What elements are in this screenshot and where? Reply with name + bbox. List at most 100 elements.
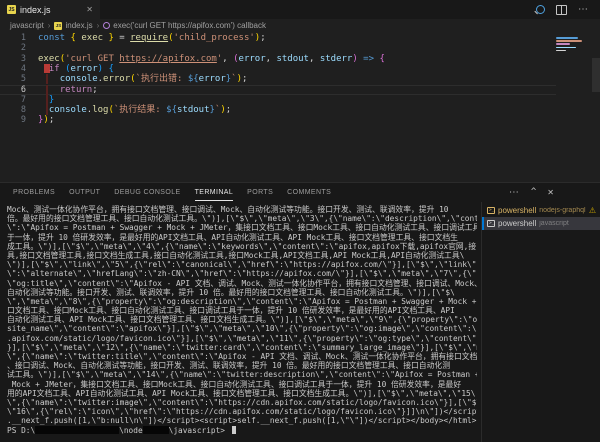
- line-number: 7: [0, 95, 26, 105]
- editor-tab-bar: JS index.js ✕ ⋯: [0, 0, 600, 19]
- terminal-line: 口文档工具、接口Mock工具、接口自动化测试工具、接口调试工具于一体，提升 10…: [7, 306, 477, 315]
- terminal-line: 自动化测试工具、API Mock工具、接口文档管理工具、接口文档生成工具。\")…: [7, 315, 477, 324]
- tab-label: index.js: [20, 5, 51, 15]
- code-text: exec('curl GET https://apifox.com', (err…: [38, 54, 385, 64]
- minimap[interactable]: [556, 37, 582, 53]
- panel-body: Mock、测试一体化协作平台，拥有接口文档管理、接口调试、Mock、自动化测试等…: [0, 202, 600, 442]
- code-line-9[interactable]: 9});: [0, 115, 600, 125]
- code-line-6[interactable]: 6 return;: [0, 85, 600, 95]
- vscode-window: JS index.js ✕ ⋯ javascript›JSindex.js›ex…: [0, 0, 600, 442]
- breadcrumb-item[interactable]: exec('curl GET https://apifox.com') call…: [103, 21, 266, 30]
- terminal-line: 、接口调试、Mock、自动化测试等功能，接口开发、测试、联调效率，提升 10 倍…: [7, 361, 477, 370]
- panel-tab-output[interactable]: OUTPUT: [69, 184, 100, 201]
- breadcrumb-label: javascript: [10, 21, 44, 30]
- code-text: const { exec } = require('child_process'…: [38, 33, 266, 43]
- terminal-line: \",{\"name\":\"twitter:image\",\"content…: [7, 398, 477, 407]
- terminal-line: \"og:title\",\"content\":\"Apifox - API …: [7, 279, 477, 288]
- panel-tab-problems[interactable]: PROBLEMS: [13, 184, 55, 201]
- breadcrumb-separator: ›: [97, 21, 100, 30]
- code-text: console.error(`执行出错: ${error}`);: [38, 74, 247, 84]
- breadcrumb-item[interactable]: javascript: [10, 21, 44, 30]
- line-number: 3: [0, 54, 26, 64]
- tab-indexjs[interactable]: JS index.js ✕: [0, 0, 100, 19]
- terminal-line: Mock、测试一体化协作平台，拥有接口文档管理、接口调试、Mock、自动化测试等…: [7, 205, 477, 214]
- line-number: 9: [0, 115, 26, 125]
- terminal-line: \":\"Apifox = Postman + Swagger + Mock +…: [7, 223, 477, 232]
- terminal-line: \",{\"name\":\"twitter:title\",\"content…: [7, 352, 477, 361]
- code-text: }: [38, 95, 54, 105]
- more-actions-icon[interactable]: ⋯: [578, 6, 589, 14]
- terminal-line: Mock + JMeter，集接口文档工具、接口Mock工具、接口自动化测试工具…: [7, 380, 477, 389]
- breadcrumb-separator: ›: [48, 21, 51, 30]
- terminal-list-item-nodejs-graphql[interactable]: >_powershellnodejs-graphql ⚠: [482, 204, 600, 217]
- panel-tab-ports[interactable]: PORTS: [247, 184, 273, 201]
- line-number: 6: [0, 85, 26, 95]
- terminal-description: javascript: [539, 220, 569, 227]
- terminal-line: 具,接口文档管理工具,接口文档生成工具,接口自动化测试工具,接口Mock工具,A…: [7, 251, 477, 260]
- warning-icon: ⚠: [589, 206, 596, 215]
- code-line-4[interactable]: 4 if (error) {: [0, 64, 600, 74]
- editor-scrollbar[interactable]: [592, 58, 600, 92]
- panel-more-icon[interactable]: ⋯: [509, 189, 520, 197]
- breadcrumb: javascript›JSindex.js›exec('curl GET htt…: [0, 19, 600, 32]
- code-line-7[interactable]: 7 }: [0, 95, 600, 105]
- breadcrumb-label: index.js: [65, 21, 92, 30]
- breadcrumb-label: exec('curl GET https://apifox.com') call…: [113, 21, 266, 30]
- code-line-1[interactable]: 1 const { exec } = require('child_process…: [0, 33, 600, 43]
- line-number: 8: [0, 105, 26, 115]
- code-line-5[interactable]: 5 console.error(`执行出错: ${error}`);: [0, 74, 600, 84]
- terminal-description: nodejs-graphql: [539, 207, 585, 214]
- terminal-output[interactable]: Mock、测试一体化协作平台，拥有接口文档管理、接口调试、Mock、自动化测试等…: [0, 202, 481, 442]
- javascript-file-icon: JS: [7, 5, 16, 14]
- line-number: 2: [0, 43, 26, 53]
- terminal-line: \")],[\"$\",\"link\",\"5\",{\"rel\":\"ca…: [7, 260, 477, 269]
- redaction-box: [35, 426, 119, 434]
- prompt-prefix: PS D:\: [7, 426, 35, 435]
- terminal-icon: >_: [487, 207, 495, 214]
- terminal-line: .apifox.com/static/logo/favicon.ico\"}],…: [7, 334, 477, 343]
- line-number: 1: [0, 33, 26, 43]
- terminal-icon: >_: [487, 220, 495, 227]
- terminal-name: powershell: [498, 219, 536, 228]
- terminal-line: \"16\",{\"rel\":\"icon\",\"href\":\"http…: [7, 407, 477, 416]
- editor-actions: ⋯: [536, 0, 600, 19]
- breadcrumb-item[interactable]: JSindex.js: [54, 21, 92, 30]
- code-line-3[interactable]: 3 exec('curl GET https://apifox.com', (er…: [0, 54, 600, 64]
- tab-close-icon[interactable]: ✕: [86, 5, 93, 14]
- panel-tab-terminal[interactable]: TERMINAL: [195, 184, 234, 201]
- terminal-line: .__next_f.push([1,\"b:null\n\"])</script…: [7, 416, 477, 425]
- panel-actions: ⋯ ^ ✕: [509, 188, 600, 197]
- terminal-line: 倍。最好用的接口文档管理工具、接口自动化测试工具。\")],[\"$\",\"m…: [7, 214, 477, 223]
- terminal-line: 成工具。\")],[\"$\",\"meta\",\"4\",{\"name\"…: [7, 242, 477, 251]
- close-panel-icon[interactable]: ✕: [547, 188, 554, 197]
- code-line-8[interactable]: 8 console.log(`执行结果: ${stdout}`);: [0, 105, 600, 115]
- terminal-line: 用的API文档工具、API自动化测试工具、API Mock工具、接口文档管理工具…: [7, 389, 477, 398]
- bottom-panel: PROBLEMS OUTPUT DEBUG CONSOLE TERMINAL PORTS…: [0, 182, 600, 442]
- panel-tab-debug-console[interactable]: DEBUG CONSOLE: [114, 184, 180, 201]
- terminal-line: 自动化测试等功能。接口开发、测试、联调效率，提升 10 倍。最好用的接口文档管理…: [7, 288, 477, 297]
- search-icon[interactable]: [536, 5, 545, 14]
- terminal-prompt[interactable]: PS D:\\node\javascript>: [7, 426, 481, 435]
- code-line-2[interactable]: 2: [0, 43, 600, 53]
- terminal-line: \":\"alternate\",\"hrefLang\":\"zh-CN\",…: [7, 269, 477, 278]
- line-number: 4: [0, 64, 26, 74]
- code-text: console.log(`执行结果: ${stdout}`);: [38, 105, 231, 115]
- terminal-cursor: [232, 426, 237, 435]
- terminal-line: 于一体，提升 10 倍研发效率，是最好用的API文档工具、API自动化测试工具、…: [7, 233, 477, 242]
- panel-tab-comments[interactable]: COMMENTS: [287, 184, 331, 201]
- code-text: return;: [38, 85, 98, 95]
- terminal-tabs-list: >_powershellnodejs-graphql ⚠ >_powershellj…: [481, 202, 600, 442]
- line-number: 5: [0, 74, 26, 84]
- code-editor[interactable]: 1 const { exec } = require('child_process…: [0, 32, 600, 182]
- code-text: if (error) {: [38, 64, 114, 74]
- terminal-list-item-javascript[interactable]: >_powershelljavascript: [482, 217, 600, 230]
- split-editor-icon[interactable]: [556, 5, 567, 15]
- maximize-panel-icon[interactable]: ^: [531, 188, 536, 197]
- terminal-name: powershell: [498, 206, 536, 215]
- terminal-line: site_name\",\"content\":\"apifox\"}],[\"…: [7, 324, 477, 333]
- symbol-method-icon: [103, 22, 110, 29]
- javascript-file-icon: JS: [54, 22, 62, 30]
- terminal-line: 试工具。\")],[\"$\",\"meta\",\"14\",{\"name\…: [7, 370, 477, 379]
- panel-header: PROBLEMS OUTPUT DEBUG CONSOLE TERMINAL PORTS…: [0, 183, 600, 202]
- terminal-line: \",\"meta\",\"8\",{\"property\":\"og:des…: [7, 297, 477, 306]
